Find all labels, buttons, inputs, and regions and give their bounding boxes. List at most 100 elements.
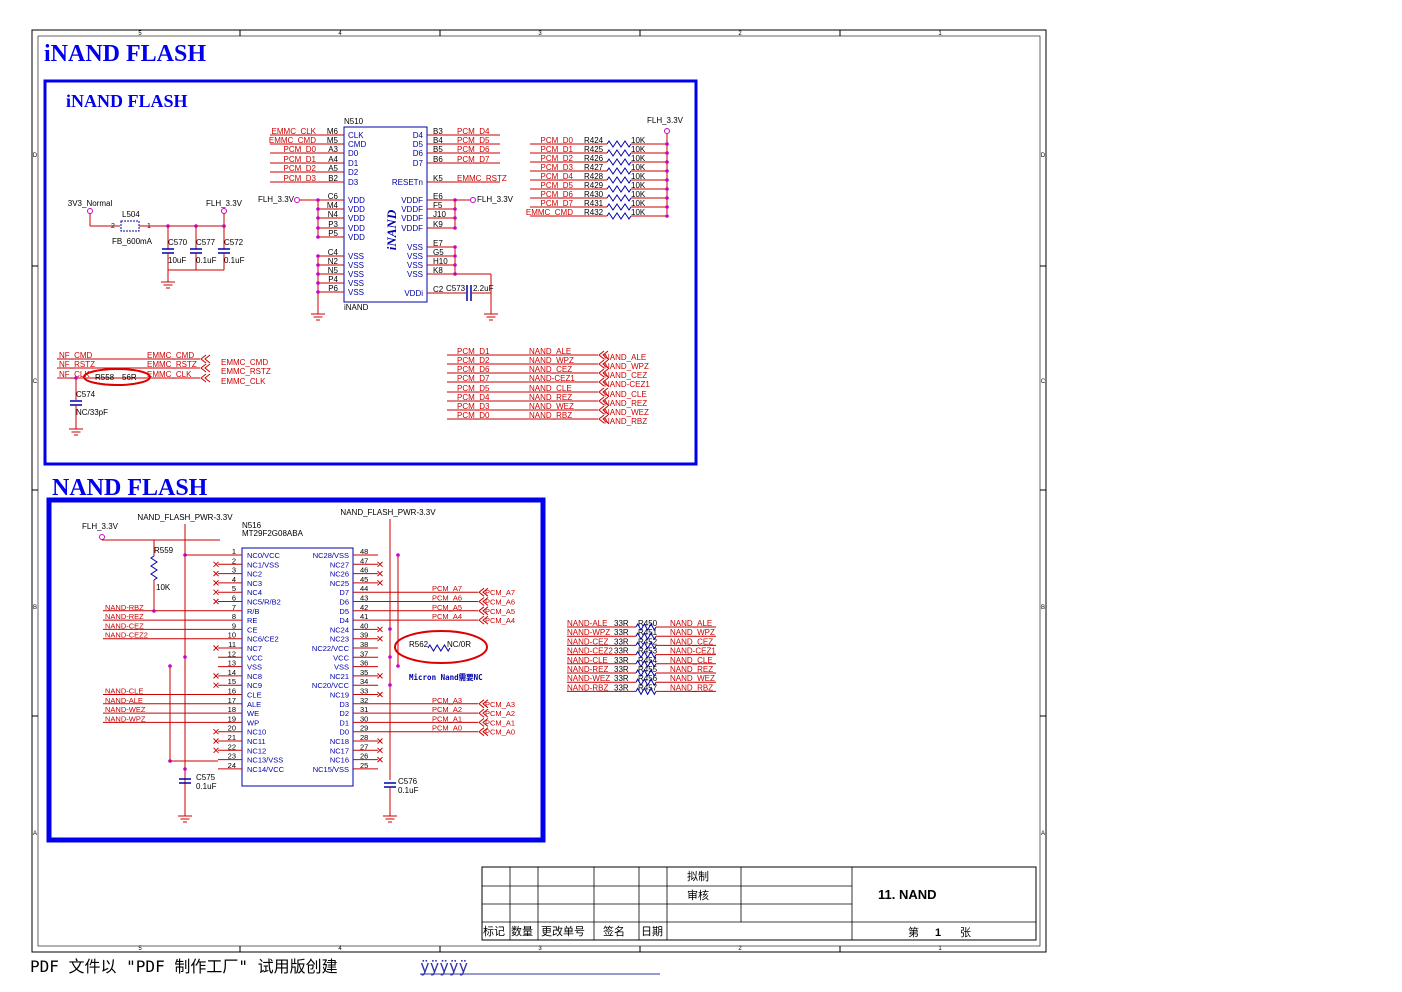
pin-number: 4: [232, 575, 236, 584]
schematic-sheet: 5544332211D DC CB BA A iNAND FLASH iNAND FLA…: [30, 29, 1047, 976]
resistor-value: 56R: [122, 373, 137, 382]
pin-name: NC7: [247, 644, 262, 653]
col-change-no: 更改单号: [541, 924, 585, 938]
pin-number: 23: [228, 752, 236, 761]
pin-name: CLE: [247, 691, 262, 700]
pin-name: NC5/R/B2: [247, 598, 281, 607]
pin-name: VDD: [348, 205, 365, 214]
signal-label: PCM_D6: [457, 145, 490, 154]
power-port-circle: [470, 197, 476, 203]
signal-label: NAND-REZ: [105, 612, 144, 621]
junction-dot: [74, 376, 78, 380]
pin-number: 12: [228, 649, 236, 658]
pin-number: E6: [433, 192, 443, 201]
signal-label: PCM_D6: [541, 190, 574, 199]
signal-label: NAND_CEZ: [670, 637, 713, 646]
signal-label: NAND_CLE: [670, 656, 713, 665]
resistor-value: 33R: [614, 637, 629, 646]
signal-label: PCM_D0: [457, 411, 490, 420]
pin-name: NC10: [247, 728, 266, 737]
junction-dot: [316, 198, 320, 202]
junction-dot: [316, 207, 320, 211]
signal-label: NAND-CLE: [567, 656, 608, 665]
pin-number: 32: [360, 696, 368, 705]
pin-name: VDDF: [401, 224, 423, 233]
pin-name: NC18: [330, 737, 349, 746]
pin-number: 7: [232, 603, 236, 612]
junction-dot: [183, 767, 187, 771]
page-suffix: 张: [960, 926, 971, 939]
pin-name: D1: [348, 159, 359, 168]
footer-link[interactable]: ÿÿÿÿÿ: [420, 957, 469, 976]
resistor-value: 10K: [631, 145, 646, 154]
signal-label: PCM_D5: [457, 136, 490, 145]
pin-number: G5: [433, 248, 444, 257]
junction-dot: [316, 281, 320, 285]
resistor-ref: R450: [638, 619, 658, 628]
pin-name: VSS: [247, 663, 262, 672]
pin-number: 11: [228, 640, 236, 649]
pin-number: 13: [228, 659, 236, 668]
border-row-label: C: [33, 379, 38, 385]
pin-number: K8: [433, 266, 443, 275]
signal-label: NAND-RBZ: [567, 683, 608, 692]
pin-name: NC9: [247, 681, 262, 690]
signal-label: PCM_A5: [485, 607, 515, 616]
resistor-ref: R426: [584, 154, 604, 163]
pin-number: N2: [328, 257, 339, 266]
title-block: 拟制 审核 11. NAND 标记 数量 更改单号 签名 日期 第 1 张: [481, 866, 1037, 941]
capacitor-ref: C572: [224, 238, 244, 247]
signal-label: NAND_WEZ: [604, 408, 649, 417]
pin-name: NC22/VCC: [312, 644, 350, 653]
signal-label: PCM_D3: [541, 163, 574, 172]
pin-name: VSS: [407, 270, 423, 279]
junction-dot: [316, 235, 320, 239]
pin-name: D1: [339, 718, 349, 727]
resistor-ref: R562: [409, 640, 429, 649]
signal-label: NAND-CEZ: [105, 621, 144, 630]
junction-dot: [396, 664, 400, 668]
signal-label: PCM_D4: [457, 127, 490, 136]
signal-label: NAND_WPZ: [529, 356, 574, 365]
power-label: NAND_FLASH_PWR-3.3V: [340, 508, 436, 517]
pin-name: NC23: [330, 635, 349, 644]
pin-number: C2: [433, 285, 444, 294]
pin-number: 48: [360, 547, 368, 556]
resistor-symbol: [606, 149, 632, 157]
signal-label: EMMC_CLK: [221, 377, 266, 386]
pin-name: CMD: [348, 140, 366, 149]
resistor-ref: R456: [638, 674, 658, 683]
pin-name: NC11: [247, 737, 266, 746]
power-flh-label: FLH_3.3V: [206, 199, 243, 208]
pin-number: 36: [360, 659, 368, 668]
nand-section-frame: [46, 497, 546, 843]
pin-name: D7: [339, 588, 349, 597]
pin-number: P3: [328, 220, 338, 229]
pin-name: VDDF: [401, 205, 423, 214]
junction-dot: [453, 245, 457, 249]
signal-label: EMMC_RSTZ: [457, 174, 507, 183]
capacitor-ref: C576: [398, 777, 418, 786]
border-row-label: A: [1041, 831, 1045, 837]
resistor-ref: R455: [638, 665, 658, 674]
signal-label: NAND-CEZ: [567, 637, 608, 646]
signal-label: PCM_D2: [284, 164, 317, 173]
signal-label: PCM_D4: [457, 393, 490, 402]
pin-name: VDDi: [404, 289, 423, 298]
pin-number: A3: [328, 145, 338, 154]
pin-name: VSS: [348, 270, 364, 279]
pin-number: B6: [433, 155, 443, 164]
pin-number: E7: [433, 239, 443, 248]
signal-label: PCM_A2: [432, 705, 462, 714]
pin-name: NC16: [330, 756, 349, 765]
pin-name: VDD: [348, 214, 365, 223]
pin-name: NC1/VSS: [247, 560, 279, 569]
connector-arrow: [200, 354, 211, 364]
resistor-value: 10K: [156, 583, 171, 592]
signal-label: PCM_D7: [541, 199, 574, 208]
inductor-value: FB_600mA: [112, 237, 153, 246]
pin-number: M5: [327, 136, 339, 145]
signal-label: NAND_RBZ: [670, 683, 713, 692]
signal-label: PCM_D7: [457, 155, 490, 164]
resistor-ref: R431: [584, 199, 604, 208]
